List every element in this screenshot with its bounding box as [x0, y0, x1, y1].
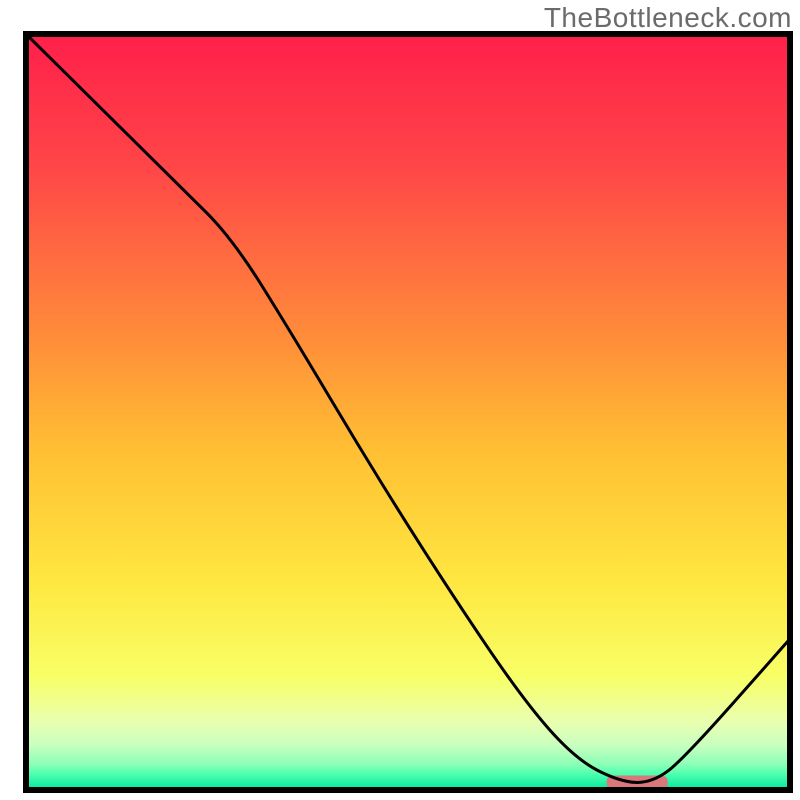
bottleneck-chart [0, 0, 800, 800]
plot-area [26, 34, 790, 790]
watermark-text: TheBottleneck.com [544, 2, 792, 34]
chart-container: TheBottleneck.com [0, 0, 800, 800]
